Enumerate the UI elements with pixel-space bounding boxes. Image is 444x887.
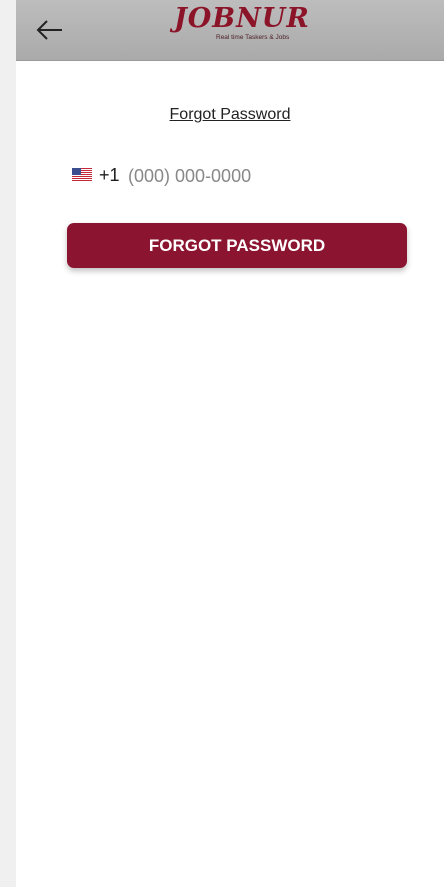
us-flag-icon[interactable] (72, 168, 92, 181)
back-button[interactable] (34, 14, 68, 46)
arrow-left-icon (36, 20, 62, 40)
app-screen: JOBNUR Real time Taskers & Jobs Forgot P… (16, 0, 444, 887)
phone-input[interactable] (128, 163, 358, 189)
forgot-password-button[interactable]: FORGOT PASSWORD (67, 223, 407, 268)
logo-tagline: Real time Taskers & Jobs (216, 34, 290, 41)
phone-number-field[interactable]: +1 (72, 163, 392, 189)
jobnur-logo: JOBNUR Real time Taskers & Jobs (166, 2, 316, 48)
top-app-bar: JOBNUR Real time Taskers & Jobs (16, 0, 444, 61)
country-code[interactable]: +1 (99, 165, 120, 186)
page-title: Forgot Password (169, 106, 291, 123)
logo-wordmark: JOBNUR (174, 3, 310, 34)
